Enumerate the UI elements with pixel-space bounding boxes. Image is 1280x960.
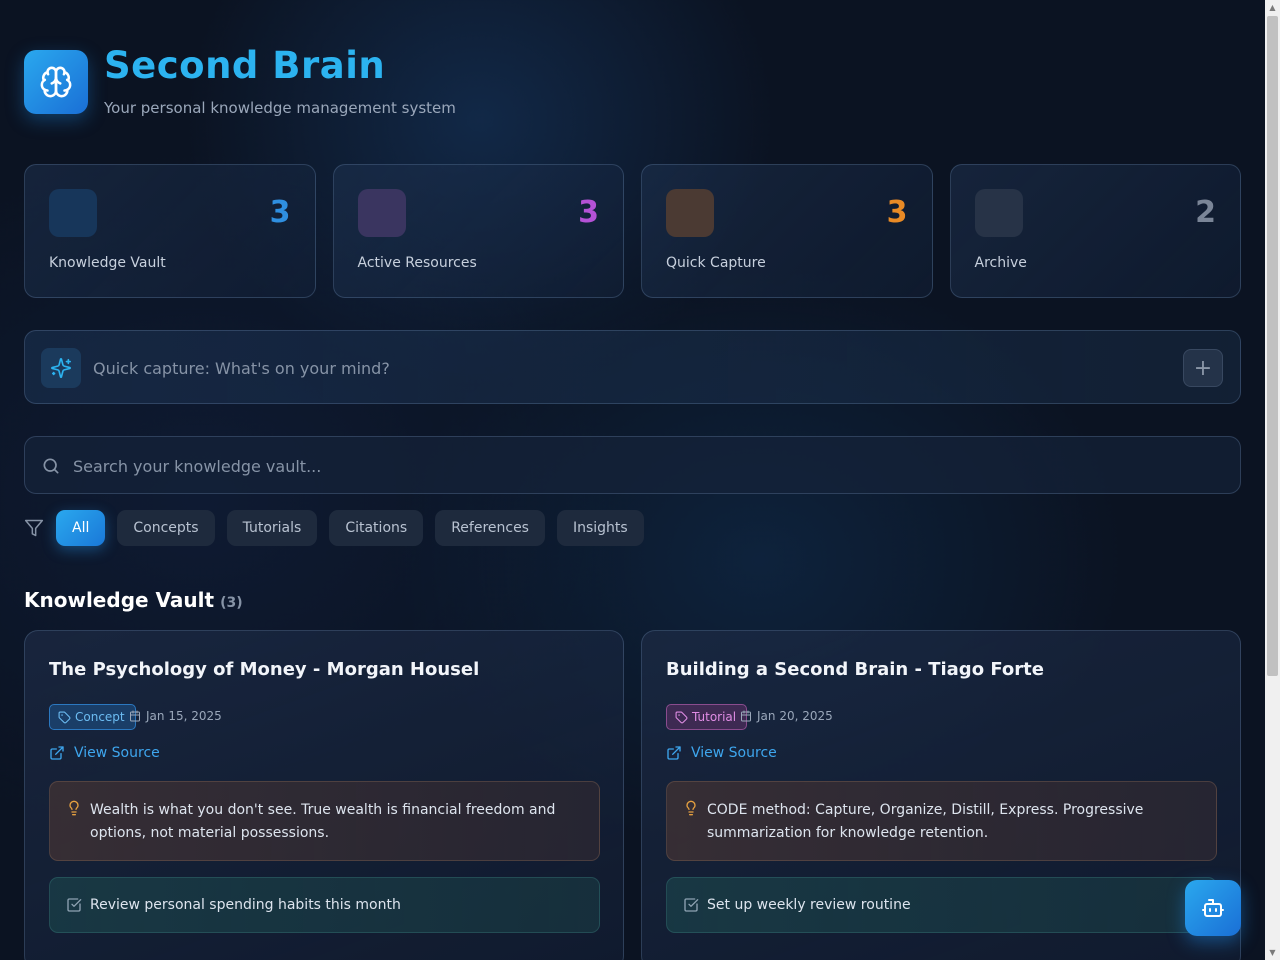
app-subtitle: Your personal knowledge management syste… — [104, 99, 456, 117]
tag-label: Tutorial — [692, 710, 737, 724]
insight-text: CODE method: Capture, Organize, Distill,… — [707, 802, 1144, 841]
action-item[interactable]: Review personal spending habits this mon… — [49, 877, 600, 933]
stat-icon — [974, 189, 1023, 237]
view-source-link[interactable]: View Source — [49, 745, 160, 761]
stat-label: Active Resources — [357, 255, 477, 271]
stat-count: 3 — [886, 195, 908, 230]
stat-count: 3 — [269, 195, 291, 230]
app-title: Second Brain — [104, 44, 386, 87]
card-title: Building a Second Brain - Tiago Forte — [666, 659, 1044, 680]
ai-assistant-button[interactable] — [1185, 880, 1241, 936]
stat-count: 3 — [578, 195, 599, 230]
stat-label: Knowledge Vault — [49, 255, 166, 271]
knowledge-card[interactable]: Building a Second Brain - Tiago Forte Tu… — [641, 630, 1241, 960]
quick-capture-bar: + — [24, 330, 1241, 404]
action-text: Review personal spending habits this mon… — [90, 897, 401, 913]
view-source-link[interactable]: View Source — [666, 745, 777, 761]
stat-icon — [357, 189, 406, 237]
external-link-icon — [667, 746, 681, 760]
scroll-down-arrow[interactable]: ▼ — [1265, 945, 1280, 960]
category-tag[interactable]: Tutorial — [666, 704, 748, 730]
app-root: Second Brain Your personal knowledge man… — [24, 0, 1241, 960]
stat-card-quick-capture[interactable]: 3 Quick Capture — [641, 164, 933, 298]
stats-row: 3 Knowledge Vault 3 Active Resources 3 Q… — [24, 164, 1241, 298]
filter-icon[interactable] — [24, 518, 44, 538]
lightbulb-icon — [683, 800, 699, 820]
category-tag[interactable]: Concept — [49, 704, 136, 730]
lightbulb-icon — [66, 800, 82, 820]
insight-box: CODE method: Capture, Organize, Distill,… — [666, 781, 1217, 861]
action-text: Set up weekly review routine — [707, 897, 911, 913]
scroll-up-arrow[interactable]: ▲ — [1265, 0, 1280, 15]
insight-box: Wealth is what you don't see. True wealt… — [49, 781, 600, 861]
filter-chip-insights[interactable]: Insights — [556, 510, 644, 546]
stat-icon — [49, 189, 97, 237]
section-count: (3) — [220, 595, 243, 611]
insight-text: Wealth is what you don't see. True wealt… — [90, 802, 556, 841]
header: Second Brain Your personal knowledge man… — [24, 44, 456, 117]
tag-label: Concept — [75, 710, 125, 724]
scrollbar-thumb[interactable] — [1267, 16, 1278, 676]
sparkles-icon — [41, 348, 81, 388]
stat-card-active-resources[interactable]: 3 Active Resources — [332, 164, 624, 298]
stat-count: 2 — [1195, 195, 1216, 230]
filter-chip-references[interactable]: References — [435, 510, 545, 546]
search-input[interactable] — [73, 451, 1213, 481]
external-link-icon — [50, 746, 64, 760]
add-capture-button[interactable]: + — [1183, 349, 1223, 387]
view-source-label: View Source — [691, 745, 777, 761]
quick-capture-input[interactable] — [93, 353, 1153, 383]
section-title: Knowledge Vault (3) — [24, 588, 243, 612]
card-date: Jan 15, 2025 — [129, 709, 222, 723]
checkbox-icon[interactable] — [66, 897, 82, 917]
tag-icon — [675, 711, 688, 723]
stat-card-knowledge-vault[interactable]: 3 Knowledge Vault — [24, 164, 316, 298]
calendar-icon — [130, 710, 140, 722]
filter-chip-all[interactable]: All — [56, 510, 106, 546]
filter-chip-concepts[interactable]: Concepts — [117, 510, 215, 546]
stat-label: Archive — [974, 255, 1027, 271]
filter-chip-tutorials[interactable]: Tutorials — [226, 510, 318, 546]
checkbox-icon[interactable] — [683, 897, 699, 917]
tag-icon — [58, 711, 71, 723]
action-item[interactable]: Set up weekly review routine — [666, 877, 1217, 933]
search-bar — [24, 436, 1241, 494]
bot-icon — [1202, 899, 1224, 917]
brain-icon — [24, 50, 88, 114]
view-source-label: View Source — [74, 745, 160, 761]
search-icon — [41, 456, 61, 480]
card-grid: The Psychology of Money - Morgan Housel … — [24, 630, 1241, 960]
plus-icon: + — [1193, 355, 1213, 381]
section-title-text: Knowledge Vault — [24, 588, 215, 612]
stat-icon — [666, 189, 714, 237]
calendar-icon — [741, 710, 751, 722]
filter-chip-citations[interactable]: Citations — [329, 510, 424, 546]
knowledge-card[interactable]: The Psychology of Money - Morgan Housel … — [24, 630, 624, 960]
card-date: Jan 20, 2025 — [740, 709, 833, 723]
stat-card-archive[interactable]: 2 Archive — [949, 164, 1241, 298]
card-title: The Psychology of Money - Morgan Housel — [49, 659, 480, 680]
stat-label: Quick Capture — [666, 255, 766, 271]
date-text: Jan 20, 2025 — [757, 709, 833, 723]
filter-bar: All Concepts Tutorials Citations Referen… — [24, 510, 656, 546]
date-text: Jan 15, 2025 — [146, 709, 222, 723]
